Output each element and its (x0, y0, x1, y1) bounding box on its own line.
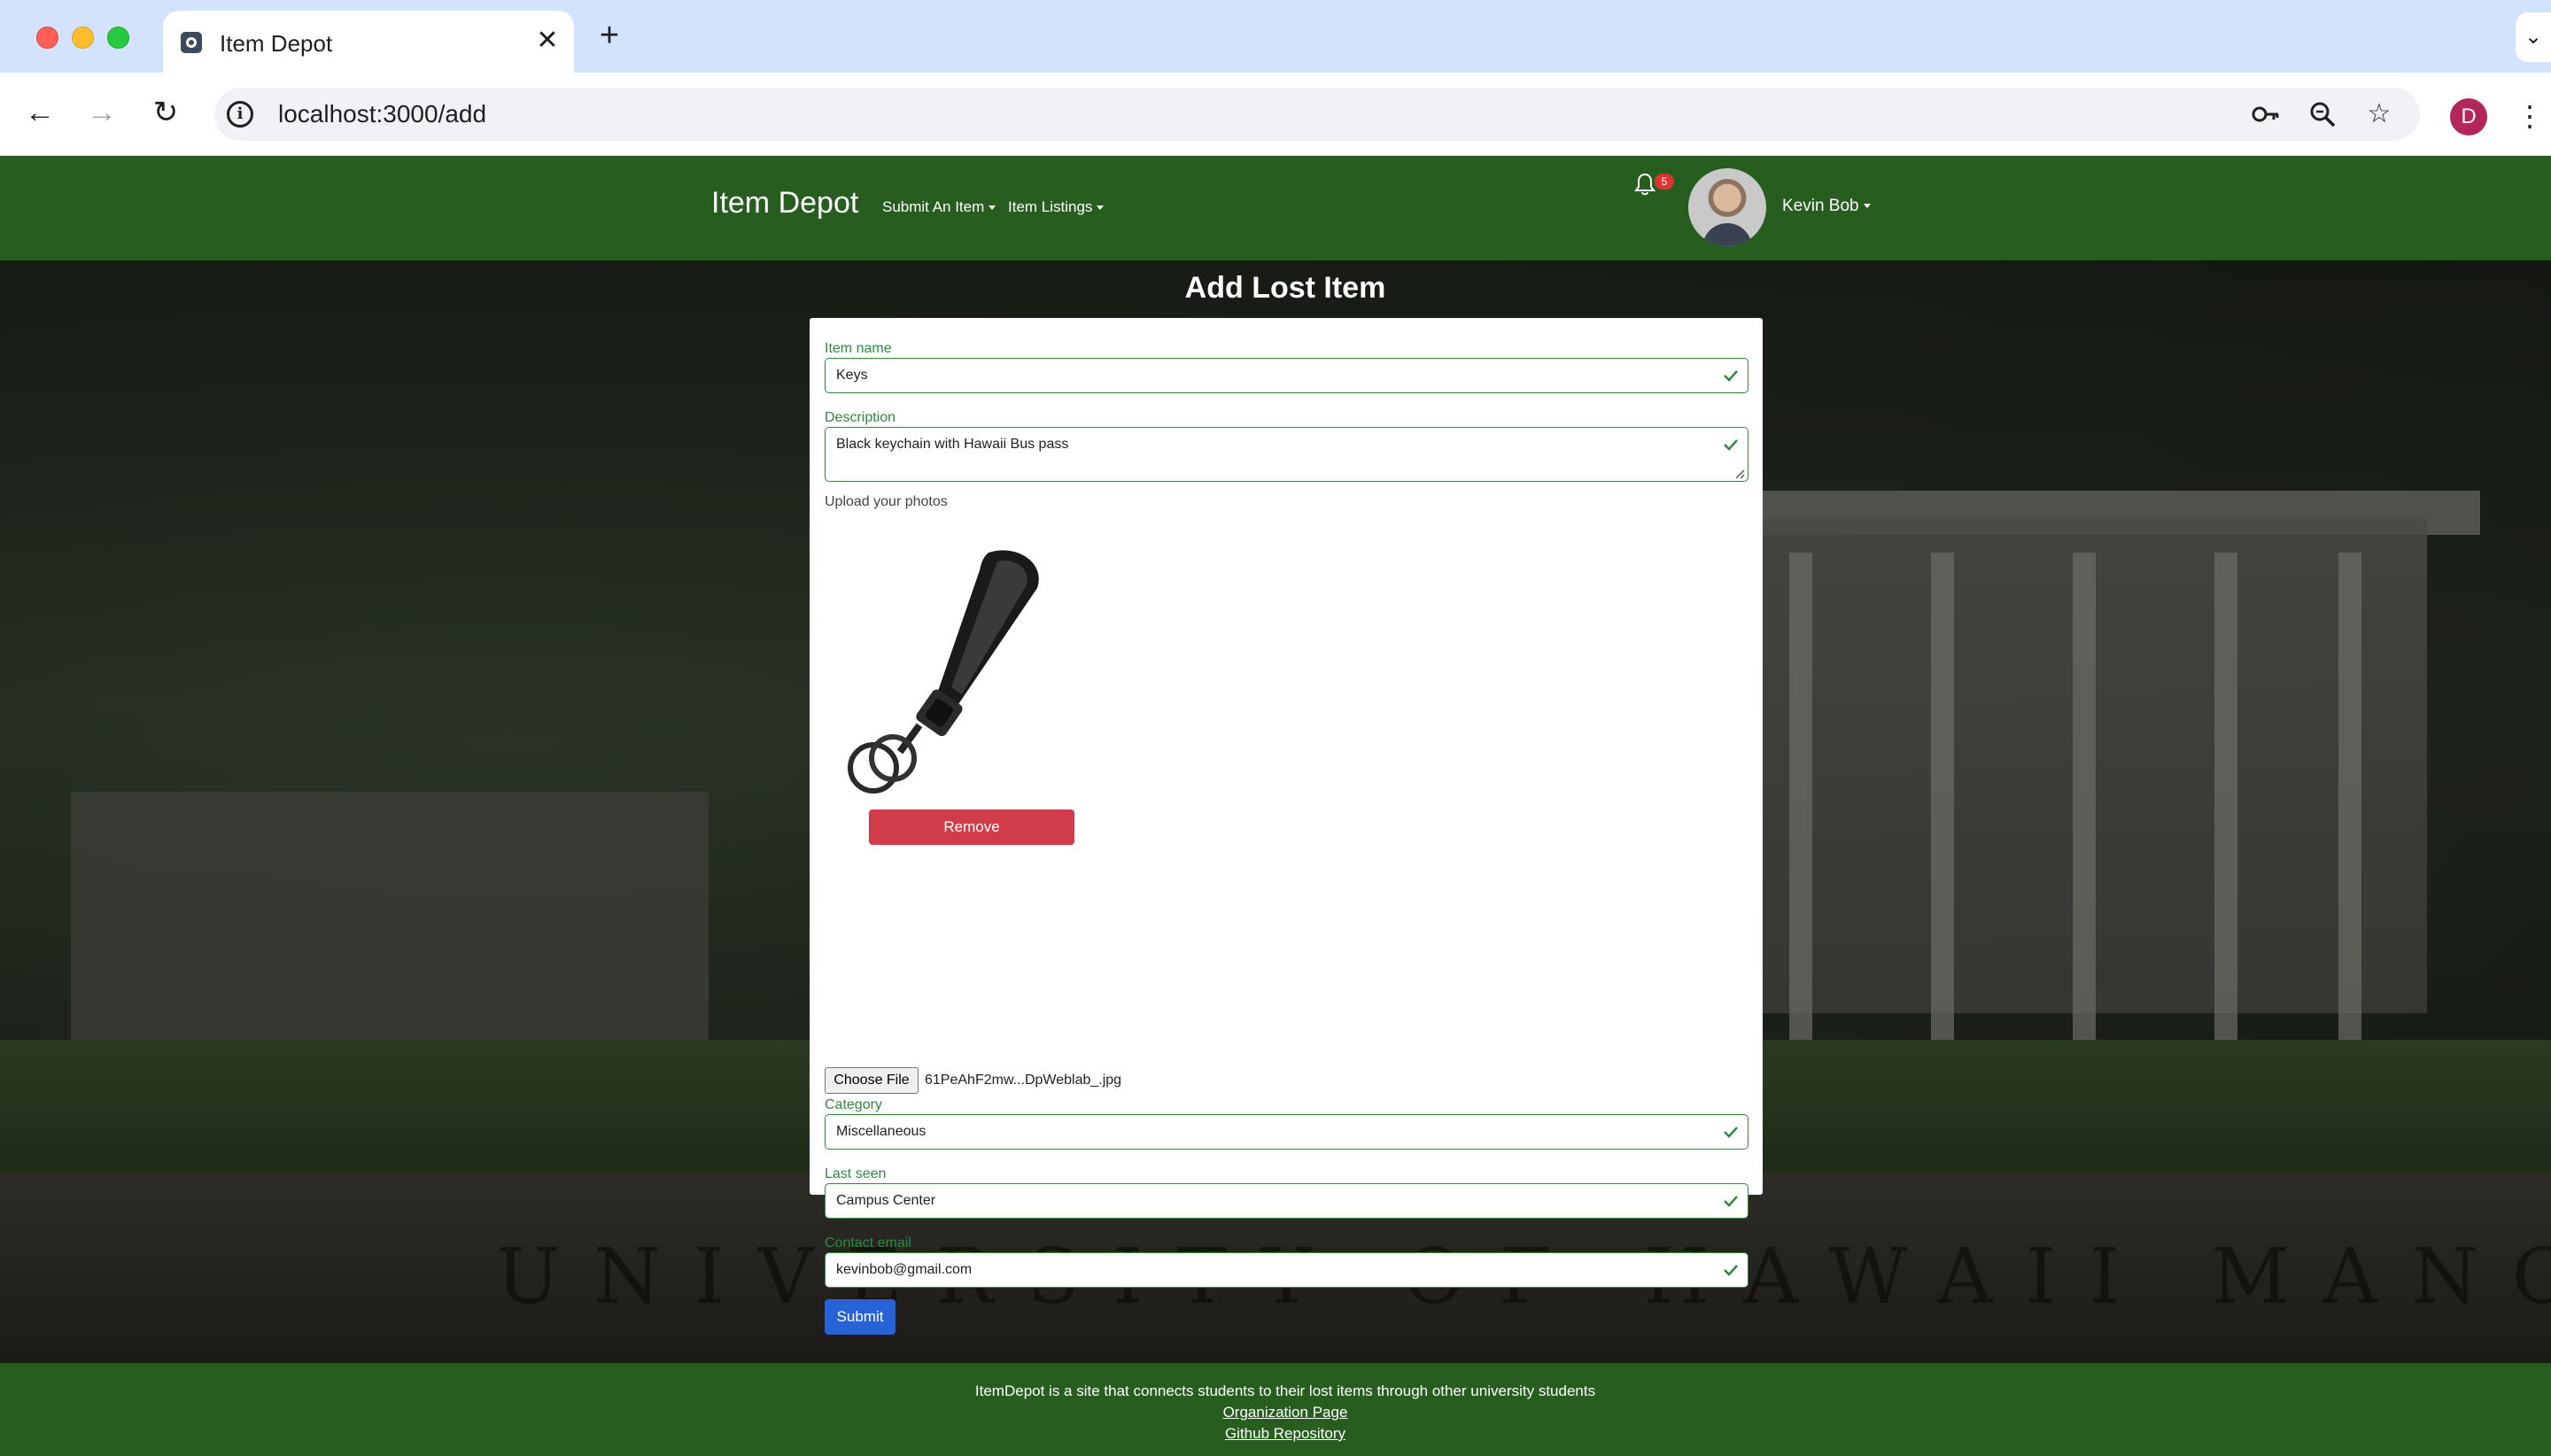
item-name-input[interactable]: Keys (825, 358, 1748, 393)
choose-file-button[interactable]: Choose File (825, 1067, 919, 1094)
notification-badge: 5 (1655, 174, 1674, 190)
valid-check-icon (1723, 437, 1739, 453)
valid-check-icon (1723, 1124, 1739, 1140)
maximize-window-button[interactable] (107, 27, 129, 49)
site-brand[interactable]: Item Depot (711, 186, 858, 221)
selected-file-name: 61PeAhF2mw...DpWeblab_.jpg (925, 1073, 1122, 1088)
resize-handle-icon[interactable] (1734, 468, 1745, 479)
uploaded-photo-keychain (838, 535, 1059, 801)
reload-icon[interactable]: ↻ (143, 90, 188, 135)
bookmark-star-icon[interactable]: ☆ (2363, 98, 2395, 130)
contact-email-input[interactable]: kevinbob@gmail.com (825, 1252, 1748, 1288)
address-bar[interactable]: i localhost:3000/add ☆ (214, 88, 2420, 141)
contact-email-label: Contact email (825, 1235, 911, 1251)
zoom-icon[interactable] (2307, 98, 2338, 130)
item-name-label: Item name (825, 341, 892, 356)
add-item-form: Item name Keys Description Black keychai… (810, 318, 1763, 1335)
last-seen-input[interactable]: Campus Center (825, 1183, 1748, 1219)
caret-down-icon (989, 205, 996, 211)
user-avatar[interactable] (1688, 168, 1766, 246)
site-info-icon[interactable]: i (227, 101, 253, 128)
forward-arrow-icon[interactable]: → (80, 90, 124, 135)
footer-description: ItemDepot is a site that connects studen… (974, 1382, 1596, 1399)
valid-check-icon (1723, 1193, 1739, 1209)
remove-photo-button[interactable]: Remove (869, 809, 1074, 845)
organization-page-link[interactable]: Organization Page (0, 1404, 2551, 1421)
back-arrow-icon[interactable]: ← (18, 90, 62, 135)
user-dropdown[interactable]: Kevin Bob (1782, 197, 1871, 216)
item-listings-dropdown[interactable]: Item Listings (1008, 198, 1105, 216)
web-page: UNIVERSITY OF HAWAII MANOA Item Depot Su… (0, 156, 2551, 1456)
tab-close-icon[interactable]: ✕ (531, 25, 563, 57)
page-title: Add Lost Item (1184, 271, 1386, 305)
valid-check-icon (1723, 1262, 1739, 1278)
browser-toolbar: ← → ↻ i localhost:3000/add ☆ D ⋮ (0, 73, 2551, 156)
tab-search-button[interactable]: ⌄ (2516, 12, 2551, 62)
category-label: Category (825, 1097, 882, 1112)
last-seen-label: Last seen (825, 1166, 887, 1181)
url-text[interactable]: localhost:3000/add (278, 100, 486, 128)
tab-title: Item Depot (220, 30, 333, 57)
category-select[interactable]: Miscellaneous (825, 1114, 1748, 1150)
key-icon[interactable] (2250, 98, 2282, 130)
close-window-button[interactable] (36, 27, 58, 49)
upload-photos-label: Upload your photos (825, 494, 948, 509)
description-label: Description (825, 410, 896, 425)
new-tab-button[interactable]: + (592, 18, 627, 53)
profile-avatar[interactable]: D (2450, 98, 2487, 136)
browser-tab[interactable]: Item Depot ✕ (163, 11, 574, 73)
description-textarea[interactable]: Black keychain with Hawaii Bus pass (825, 427, 1748, 482)
site-footer: ItemDepot is a site that connects studen… (0, 1363, 2551, 1456)
caret-down-icon (1863, 204, 1871, 209)
bell-icon[interactable] (1633, 172, 1656, 197)
valid-check-icon (1723, 368, 1739, 383)
caret-down-icon (1097, 205, 1105, 211)
submit-button[interactable]: Submit (825, 1299, 896, 1335)
minimize-window-button[interactable] (72, 27, 94, 49)
submit-item-dropdown[interactable]: Submit An Item (882, 198, 996, 216)
site-navbar: Item Depot Submit An Item Item Listings … (0, 156, 2551, 260)
github-repository-link[interactable]: Github Repository (0, 1425, 2551, 1443)
browser-tab-strip: Item Depot ✕ + ⌄ (0, 0, 2551, 73)
browser-menu-icon[interactable]: ⋮ (2516, 96, 2544, 136)
tab-favicon-icon (181, 32, 202, 53)
